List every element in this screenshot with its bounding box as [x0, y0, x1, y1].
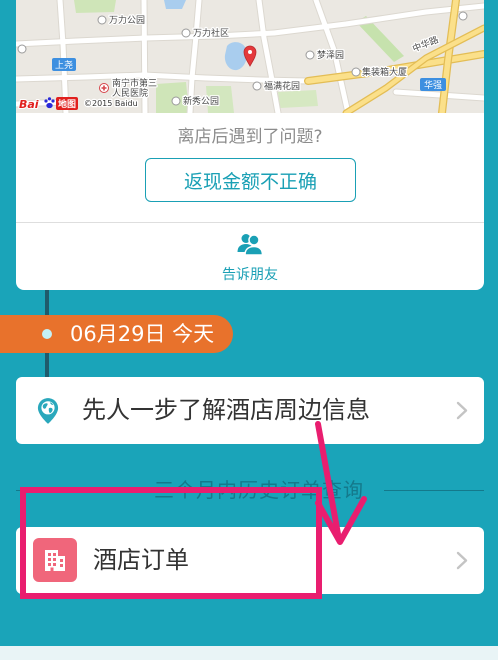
map-label-hospital-line2: 人民医院 — [112, 87, 148, 99]
map-label-wanli-park: 万力公园 — [109, 14, 145, 26]
share-label: 告诉朋友 — [222, 267, 278, 283]
date-badge: 06月29日 今天 — [0, 315, 233, 353]
bottom-strip — [0, 646, 498, 660]
logo-ditu-text: 地图 — [58, 98, 76, 110]
map-label-shangyao: 上尧 — [55, 59, 73, 71]
map-label-container-tower: 集装箱大厦 — [362, 66, 407, 78]
cashback-incorrect-button[interactable]: 返现金额不正确 — [145, 158, 356, 202]
hotel-icon-tile — [33, 538, 77, 582]
map-canvas: 万力公园 万力社区 上尧 南宁市第三 人民医院 梦泽园 集装箱大厦 华强 中华路… — [16, 0, 484, 113]
logo-bai-text: Bai — [19, 98, 39, 111]
hospital-icon — [99, 83, 109, 93]
section-divider-right — [384, 490, 484, 491]
map-label-wanli-community: 万力社区 — [193, 27, 229, 39]
hotel-location-map[interactable]: 万力公园 万力社区 上尧 南宁市第三 人民医院 梦泽园 集装箱大厦 华强 中华路… — [16, 0, 484, 113]
people-icon — [237, 234, 263, 255]
map-copyright: ©2015 Baidu — [84, 99, 138, 108]
share-with-friends-button[interactable]: 告诉朋友 — [16, 223, 484, 290]
map-label-hospital-line1: 南宁市第三 — [112, 77, 157, 89]
hotel-orders-row[interactable]: 酒店订单 — [16, 527, 484, 594]
date-label: 06月29日 今天 — [70, 322, 215, 346]
map-label-fuman-garden: 福满花园 — [264, 80, 300, 92]
section-divider-left — [16, 490, 134, 491]
building-icon — [45, 550, 65, 571]
problem-prompt: 离店后遇到了问题? — [177, 127, 323, 147]
chevron-right-icon — [456, 551, 468, 570]
location-globe-icon — [37, 398, 59, 424]
hotel-orders-label: 酒店订单 — [93, 546, 189, 574]
chevron-right-icon — [456, 401, 468, 420]
problem-card: 万力公园 万力社区 上尧 南宁市第三 人民医院 梦泽园 集装箱大厦 华强 中华路… — [16, 0, 484, 290]
nearby-info-row[interactable]: 先人一步了解酒店周边信息 — [16, 377, 484, 444]
history-section-title: 三个月内历史订单查询 — [154, 478, 364, 502]
map-label-huaqiang: 华强 — [424, 79, 442, 91]
map-label-mengze-garden: 梦泽园 — [317, 50, 344, 61]
timeline-dot — [42, 329, 52, 339]
map-label-xinxiu-park: 新秀公园 — [183, 95, 219, 107]
nearby-info-label: 先人一步了解酒店周边信息 — [82, 396, 370, 424]
